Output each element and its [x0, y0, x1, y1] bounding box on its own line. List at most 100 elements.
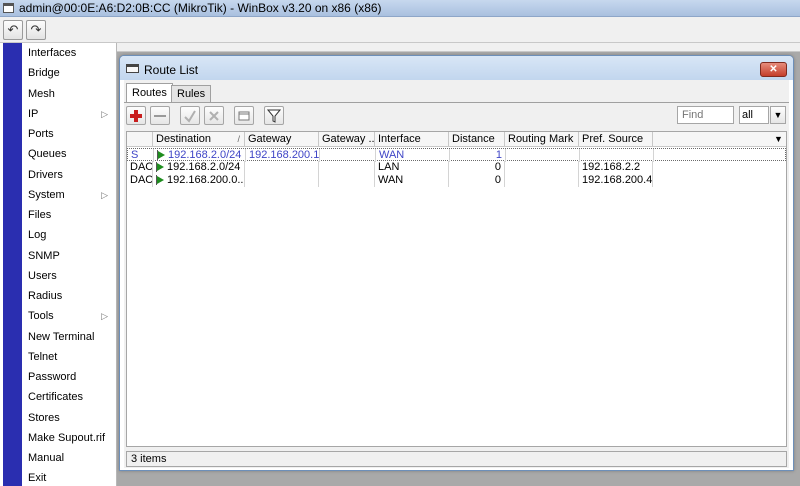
- window-title-bar[interactable]: Route List ✕: [120, 56, 793, 80]
- remove-button[interactable]: [150, 106, 170, 125]
- cell-text: 192.168.200.0...: [167, 174, 245, 186]
- workspace-top-band: [117, 43, 800, 52]
- tab-routes[interactable]: Routes: [126, 83, 173, 103]
- cell-gateway: [245, 174, 319, 187]
- cell-text: 1: [495, 149, 502, 161]
- sidebar-item-label: Interfaces: [28, 47, 77, 59]
- window-body: Routes Rules all ▼: [124, 80, 789, 468]
- active-route-flag-icon: [157, 176, 164, 184]
- sidebar-item-queues[interactable]: Queues: [22, 144, 117, 164]
- sidebar-item-drivers[interactable]: Drivers: [22, 165, 117, 185]
- cell-distance: 0: [449, 161, 505, 174]
- cell-text: DAC: [130, 161, 153, 173]
- sidebar-item-system[interactable]: System ▷: [22, 185, 117, 205]
- app-title-bar: admin@00:0E:A6:D2:0B:CC (MikroTik) - Win…: [0, 0, 800, 17]
- close-button[interactable]: ✕: [760, 62, 787, 77]
- sidebar-item-ip[interactable]: IP ▷: [22, 104, 117, 124]
- filter-select[interactable]: all: [739, 106, 769, 124]
- sort-indicator-icon: /: [237, 134, 240, 144]
- table-row[interactable]: S 192.168.2.0/24 192.168.200.1 WAN 1: [127, 148, 786, 162]
- column-header-gateway-status[interactable]: Gateway ...: [319, 132, 375, 147]
- sidebar-item-tools[interactable]: Tools ▷: [22, 306, 117, 326]
- cell-flags: DAC: [127, 161, 153, 174]
- cell-text: 192.168.2.0/24: [168, 149, 242, 161]
- table-row[interactable]: DAC 192.168.200.0... WAN 0 192.168.200.45: [127, 174, 786, 187]
- sidebar-item-make-supout-rif[interactable]: Make Supout.rif: [22, 428, 117, 448]
- sidebar-item-radius[interactable]: Radius: [22, 286, 117, 306]
- column-header-flags[interactable]: [127, 132, 153, 147]
- sidebar-item-certificates[interactable]: Certificates: [22, 387, 117, 407]
- window-icon[interactable]: [3, 3, 14, 13]
- column-header-routing-mark[interactable]: Routing Mark: [505, 132, 579, 147]
- column-header-distance[interactable]: Distance: [449, 132, 505, 147]
- cell-interface: LAN: [375, 161, 449, 174]
- sidebar-item-ports[interactable]: Ports: [22, 124, 117, 144]
- submenu-arrow-icon: ▷: [101, 189, 108, 200]
- main-toolbar: ↶ ↷: [0, 17, 800, 43]
- submenu-arrow-icon: ▷: [101, 311, 108, 322]
- sidebar-item-files[interactable]: Files: [22, 205, 117, 225]
- cell-pref-source: 192.168.200.45: [579, 174, 653, 187]
- sidebar-item-label: SNMP: [28, 249, 60, 262]
- sidebar-item-stores[interactable]: Stores: [22, 408, 117, 428]
- cell-text: 192.168.2.2: [582, 161, 641, 173]
- column-header-destination[interactable]: Destination /: [153, 132, 245, 147]
- enable-button[interactable]: [180, 106, 200, 125]
- sidebar-item-label: Telnet: [28, 350, 58, 363]
- sidebar-item-snmp[interactable]: SNMP: [22, 246, 117, 266]
- route-list-window: Route List ✕ Routes Rules Find all ▼ Des…: [119, 55, 794, 471]
- cell-text: 192.168.2.0/24: [167, 161, 241, 173]
- sidebar-item-mesh[interactable]: Mesh: [22, 84, 117, 104]
- chevron-down-icon[interactable]: ▼: [770, 106, 786, 124]
- redo-icon[interactable]: ↷: [26, 20, 46, 40]
- sidebar-item-exit[interactable]: Exit: [22, 468, 117, 486]
- find-input[interactable]: [677, 106, 734, 124]
- window-icon: [126, 64, 139, 73]
- sidebar-item-interfaces[interactable]: Interfaces: [22, 43, 117, 63]
- filter-button[interactable]: [264, 106, 284, 125]
- window-toolbar: all ▼: [124, 102, 789, 127]
- cell-text: S: [131, 149, 139, 161]
- sidebar-item-bridge[interactable]: Bridge: [22, 63, 117, 83]
- comment-icon: [238, 111, 250, 121]
- cell-text: DAC: [130, 174, 153, 186]
- sidebar-item-new-terminal[interactable]: New Terminal: [22, 327, 117, 347]
- sidebar-item-label: Files: [28, 209, 52, 221]
- sidebar-item-log[interactable]: Log: [22, 225, 117, 245]
- cell-text: 192.168.200.45: [582, 174, 653, 186]
- column-header-pref-source[interactable]: Pref. Source: [579, 132, 653, 147]
- disable-x-icon: [209, 111, 219, 121]
- cell-interface: WAN: [375, 174, 449, 187]
- sidebar-item-label: Mesh: [28, 87, 55, 100]
- sidebar-item-label: Exit: [28, 472, 47, 485]
- enable-check-icon: [184, 110, 196, 123]
- sidebar-item-label: Drivers: [28, 168, 63, 181]
- remove-icon: [154, 115, 166, 117]
- column-header-interface[interactable]: Interface: [375, 132, 449, 147]
- sidebar-item-users[interactable]: Users: [22, 266, 117, 286]
- sidebar-item-password[interactable]: Password: [22, 367, 117, 387]
- columns-dropdown-icon[interactable]: ▼: [771, 132, 786, 147]
- table-row[interactable]: DAC 192.168.2.0/24 LAN 0 192.168.2.2: [127, 161, 786, 174]
- sidebar-item-label: Tools: [28, 310, 54, 323]
- cell-routing-mark: [505, 161, 579, 174]
- tab-rules[interactable]: Rules: [171, 85, 212, 102]
- submenu-arrow-icon: ▷: [101, 108, 108, 119]
- sidebar-item-label: Queues: [28, 148, 67, 161]
- status-bar: 3 items: [126, 451, 787, 467]
- active-route-flag-icon: [157, 163, 164, 171]
- sidebar-item-manual[interactable]: Manual: [22, 448, 117, 468]
- left-brand-strip: [0, 43, 22, 486]
- undo-icon[interactable]: ↶: [3, 20, 23, 40]
- sidebar-item-label: Radius: [28, 290, 63, 302]
- sidebar-item-label: Ports: [28, 128, 54, 140]
- sidebar-item-label: Log: [28, 229, 47, 242]
- column-header-gateway[interactable]: Gateway: [245, 132, 319, 147]
- comment-button[interactable]: [234, 106, 254, 125]
- add-button[interactable]: [126, 106, 146, 125]
- sidebar-item-telnet[interactable]: Telnet: [22, 347, 117, 367]
- disable-button[interactable]: [204, 106, 224, 125]
- sidebar-item-label: Make Supout.rif: [28, 431, 106, 444]
- sidebar-item-label: Certificates: [28, 391, 84, 404]
- cell-text: 192.168.200.1: [249, 149, 320, 161]
